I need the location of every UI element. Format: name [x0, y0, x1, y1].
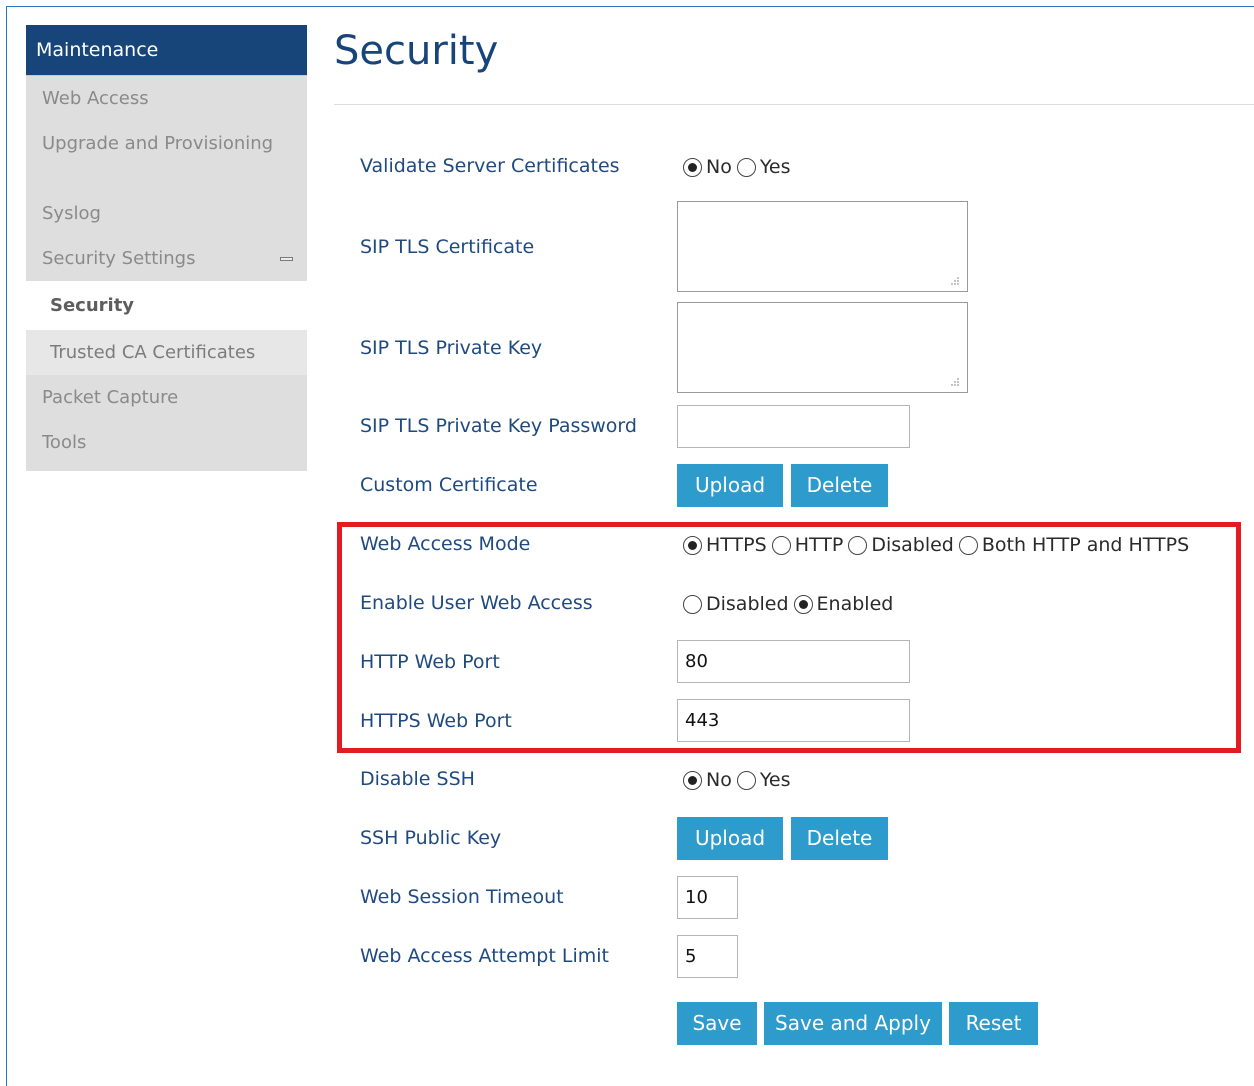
sidebar-item-packet-capture[interactable]: Packet Capture: [26, 375, 307, 420]
custom-certificate-label: Custom Certificate: [360, 474, 538, 496]
radio-checked-icon[interactable]: [683, 770, 702, 790]
sidebar-item-web-access[interactable]: Web Access: [26, 76, 307, 121]
radio-checked-icon[interactable]: [683, 157, 702, 177]
web-session-timeout-label: Web Session Timeout: [360, 886, 564, 908]
validate-server-certs-radio-group: No Yes: [683, 156, 796, 178]
resize-grip-icon[interactable]: [950, 276, 960, 286]
sidebar-item-tools[interactable]: Tools: [26, 420, 307, 465]
sidebar-bottom: [26, 465, 307, 471]
validate-server-certs-label: Validate Server Certificates: [360, 155, 620, 177]
radio-option-label: Yes: [759, 769, 791, 791]
disable-ssh-yes-option[interactable]: Yes: [736, 769, 791, 791]
radio-unchecked-icon[interactable]: [736, 157, 756, 177]
validate-server-certs-yes-option[interactable]: Yes: [736, 156, 791, 178]
radio-option-label: No: [706, 769, 732, 791]
collapse-icon[interactable]: [280, 257, 293, 261]
web-access-attempt-limit-field[interactable]: 5: [677, 935, 738, 978]
save-and-apply-button[interactable]: Save and Apply: [764, 1002, 942, 1045]
highlight-box: [337, 522, 1241, 753]
sidebar-item-label: Security Settings: [42, 248, 196, 269]
resize-grip-icon[interactable]: [950, 377, 960, 387]
radio-option-label: Yes: [759, 156, 791, 178]
radio-unchecked-icon[interactable]: [736, 770, 756, 790]
title-divider: [334, 104, 1254, 105]
web-access-attempt-limit-label: Web Access Attempt Limit: [360, 945, 609, 967]
sip-tls-certificate-textarea[interactable]: [677, 201, 968, 292]
disable-ssh-radio-group: No Yes: [683, 769, 796, 791]
sip-tls-private-key-password-field[interactable]: [677, 405, 910, 448]
sip-tls-private-key-textarea[interactable]: [677, 302, 968, 393]
ssh-public-key-upload-button[interactable]: Upload: [677, 817, 783, 860]
validate-server-certs-no-option[interactable]: No: [683, 156, 732, 178]
sip-tls-private-key-password-label: SIP TLS Private Key Password: [360, 415, 637, 437]
sidebar-list: Web Access Upgrade and Provisioning Sysl…: [26, 75, 307, 471]
ssh-public-key-label: SSH Public Key: [360, 827, 502, 849]
radio-option-label: No: [706, 156, 732, 178]
sidebar-header[interactable]: Maintenance: [26, 25, 307, 75]
sidebar-item-syslog[interactable]: Syslog: [26, 191, 307, 236]
disable-ssh-no-option[interactable]: No: [683, 769, 732, 791]
sip-tls-private-key-label: SIP TLS Private Key: [360, 337, 543, 359]
sidebar-item-upgrade-provisioning[interactable]: Upgrade and Provisioning: [26, 121, 307, 191]
page-title: Security: [334, 28, 499, 74]
reset-button[interactable]: Reset: [949, 1002, 1038, 1045]
sidebar-item-security[interactable]: Security: [26, 281, 307, 330]
sidebar-item-security-settings[interactable]: Security Settings: [26, 236, 307, 281]
custom-certificate-upload-button[interactable]: Upload: [677, 464, 783, 507]
ssh-public-key-delete-button[interactable]: Delete: [791, 817, 888, 860]
web-session-timeout-field[interactable]: 10: [677, 876, 738, 919]
sidebar: Maintenance Web Access Upgrade and Provi…: [26, 25, 307, 471]
disable-ssh-label: Disable SSH: [360, 768, 475, 790]
sidebar-item-trusted-ca-certificates[interactable]: Trusted CA Certificates: [26, 330, 307, 375]
sip-tls-certificate-label: SIP TLS Certificate: [360, 236, 535, 258]
custom-certificate-delete-button[interactable]: Delete: [791, 464, 888, 507]
save-button[interactable]: Save: [677, 1002, 757, 1045]
